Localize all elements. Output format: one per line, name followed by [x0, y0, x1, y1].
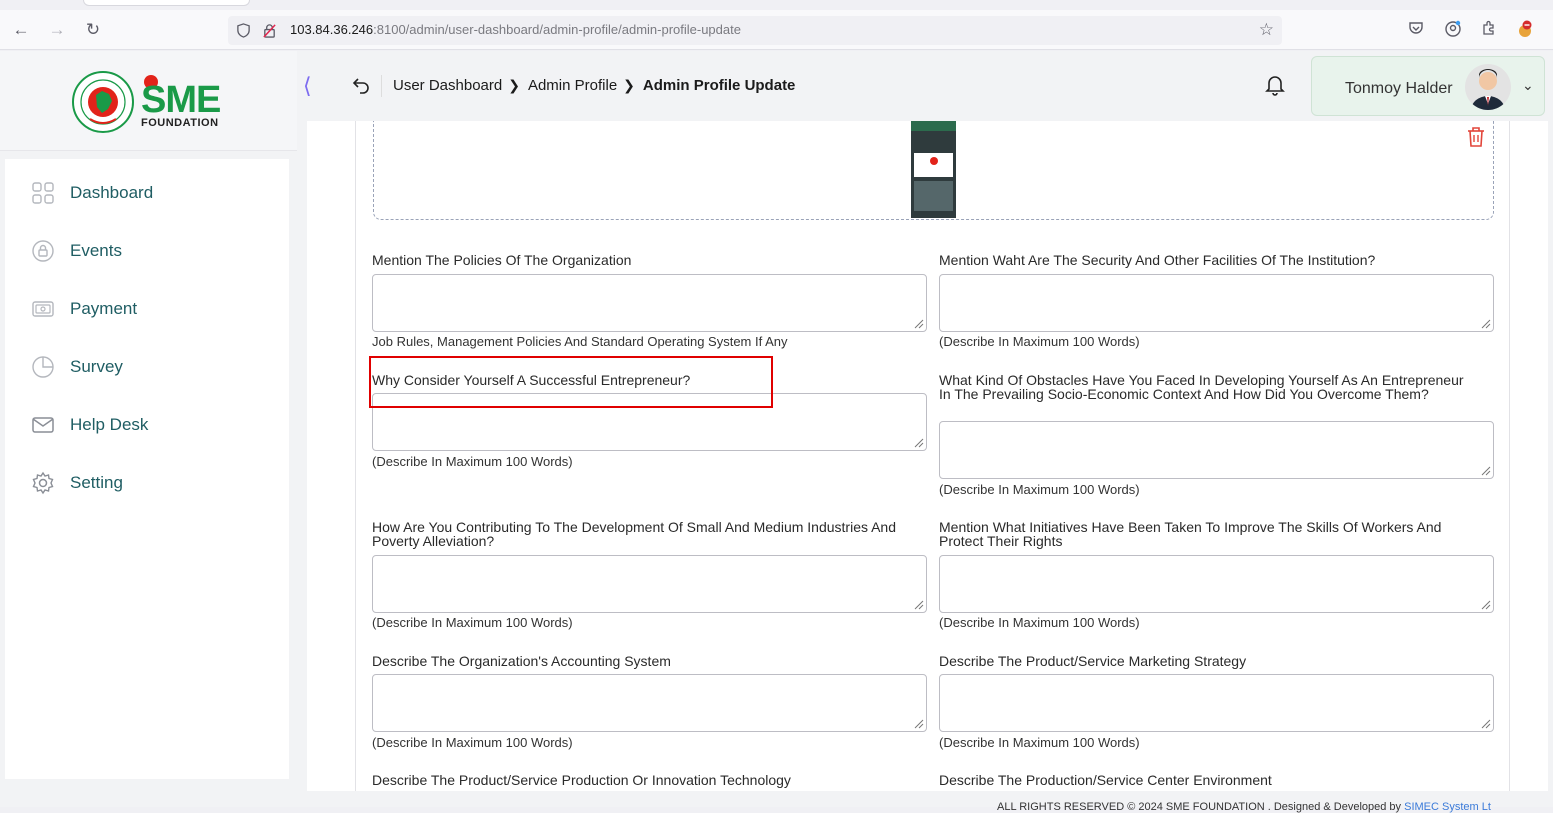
account-icon[interactable] [1443, 20, 1463, 40]
field-hint-accounting: (Describe In Maximum 100 Words) [372, 735, 573, 750]
breadcrumb-user-dashboard[interactable]: User Dashboard [393, 77, 502, 94]
field-label-service-center-environment: Describe The Production/Service Center E… [939, 772, 1272, 788]
breadcrumb: User Dashboard ❯ Admin Profile ❯ Admin Profi… [393, 77, 801, 94]
field-label-obstacles: What Kind Of Obstacles Have You Faced In… [939, 372, 1464, 402]
resize-grip-icon[interactable] [912, 436, 924, 448]
field-label-worker-skills: Mention What Initiatives Have Been Taken… [939, 519, 1442, 549]
uploaded-image-thumbnail [911, 121, 956, 218]
government-seal-icon [72, 71, 134, 133]
browser-tabstrip [0, 0, 1553, 10]
sidebar-item-label: Events [70, 241, 122, 260]
resize-grip-icon[interactable] [912, 598, 924, 610]
pie-chart-icon [32, 356, 54, 378]
footer-text: ALL RIGHTS RESERVED © 2024 SME FOUNDATIO… [997, 801, 1491, 813]
top-header: ⟨ User Dashboard ❯ Admin Profile ❯ Admin Pro… [297, 51, 1553, 121]
textarea-obstacles[interactable] [939, 421, 1494, 479]
shield-icon[interactable] [236, 23, 251, 38]
extension-badge-icon[interactable] [1515, 20, 1535, 40]
footer-developer-link[interactable]: SIMEC System Lt [1404, 801, 1491, 813]
field-label-production-technology: Describe The Product/Service Production … [372, 772, 791, 788]
grid-icon [32, 182, 54, 204]
url-host: 103.84.36.246 [290, 22, 374, 37]
highlight-box [369, 356, 773, 408]
field-hint-security: (Describe In Maximum 100 Words) [939, 334, 1140, 349]
avatar [1465, 64, 1511, 110]
footer-copyright: ALL RIGHTS RESERVED © 2024 SME FOUNDATIO… [997, 801, 1405, 813]
textarea-accounting[interactable] [372, 674, 927, 732]
gear-icon [32, 471, 54, 495]
resize-grip-icon[interactable] [1479, 317, 1491, 329]
trash-icon[interactable] [1466, 126, 1486, 148]
textarea-worker-skills[interactable] [939, 555, 1494, 613]
breadcrumb-admin-profile[interactable]: Admin Profile [528, 77, 617, 94]
field-hint-successful-entrepreneur: (Describe In Maximum 100 Words) [372, 454, 573, 469]
browser-tab[interactable] [83, 0, 250, 6]
resize-grip-icon[interactable] [912, 317, 924, 329]
field-hint-contribution: (Describe In Maximum 100 Words) [372, 615, 573, 630]
chevron-right-icon: ❯ [508, 77, 520, 93]
field-label-contribution: How Are You Contributing To The Developm… [372, 519, 897, 549]
sme-logo-sub: FOUNDATION [141, 117, 219, 129]
user-name: Tonmoy Halder [1345, 80, 1453, 97]
reload-icon[interactable]: ↻ [81, 18, 105, 42]
sidebar-item-events[interactable]: Events [5, 229, 289, 273]
forward-icon[interactable]: → [45, 18, 69, 42]
back-icon[interactable]: ← [9, 18, 33, 42]
sidebar-item-label: Dashboard [70, 183, 154, 202]
chevron-right-icon: ❯ [623, 77, 635, 93]
sidebar-item-help-desk[interactable]: Help Desk [5, 403, 289, 447]
resize-grip-icon[interactable] [912, 717, 924, 729]
textarea-contribution[interactable] [372, 555, 927, 613]
bookmark-star-icon[interactable]: ☆ [1259, 20, 1274, 40]
cash-icon [32, 301, 54, 317]
sme-logo-word: SME [141, 79, 221, 121]
field-hint-policies: Job Rules, Management Policies And Stand… [372, 334, 788, 349]
address-bar[interactable]: 103.84.36.246:8100/admin/user-dashboard/… [228, 16, 1282, 45]
logo-area: SME FOUNDATION [0, 51, 297, 151]
breadcrumb-current: Admin Profile Update [642, 77, 796, 94]
field-hint-marketing: (Describe In Maximum 100 Words) [939, 735, 1140, 750]
resize-grip-icon[interactable] [1479, 464, 1491, 476]
pocket-icon[interactable] [1406, 20, 1426, 40]
back-arrow-icon[interactable] [352, 76, 370, 94]
lock-icon [32, 240, 54, 262]
image-upload-dropzone[interactable] [373, 121, 1494, 220]
browser-navbar: ← → ↻ 103.84.36.246:8100/admin/user-dash… [0, 10, 1553, 50]
sme-logo: SME FOUNDATION [141, 75, 223, 131]
field-label-policies: Mention The Policies Of The Organization [372, 252, 632, 268]
field-label-security: Mention Waht Are The Security And Other … [939, 252, 1376, 268]
collapse-sidebar-icon[interactable]: ⟨ [303, 73, 312, 99]
sidebar-item-survey[interactable]: Survey [5, 345, 289, 389]
bell-icon[interactable] [1263, 72, 1287, 96]
sidebar-item-label: Payment [70, 299, 138, 318]
textarea-security[interactable] [939, 274, 1494, 332]
textarea-policies[interactable] [372, 274, 927, 332]
footer: ALL RIGHTS RESERVED © 2024 SME FOUNDATIO… [297, 792, 1553, 813]
user-menu[interactable]: Tonmoy Halder ⌄ [1311, 56, 1545, 116]
sidebar-item-dashboard[interactable]: Dashboard [5, 171, 289, 215]
chevron-down-icon[interactable]: ⌄ [1522, 77, 1534, 94]
textarea-marketing[interactable] [939, 674, 1494, 732]
sidebar-item-label: Survey [70, 357, 123, 376]
field-hint-obstacles: (Describe In Maximum 100 Words) [939, 482, 1140, 497]
url-text[interactable]: 103.84.36.246:8100/admin/user-dashboard/… [290, 22, 741, 37]
mail-icon [32, 417, 54, 433]
sidebar: Dashboard Events Payment Survey Help Des… [5, 159, 289, 779]
resize-grip-icon[interactable] [1479, 717, 1491, 729]
sidebar-item-label: Setting [70, 473, 123, 492]
insecure-lock-icon[interactable] [262, 23, 277, 38]
url-path: :8100/admin/user-dashboard/admin-profile… [373, 22, 741, 37]
resize-grip-icon[interactable] [1479, 598, 1491, 610]
app-root: SME FOUNDATION Dashboard Events Payment … [0, 51, 1553, 813]
sidebar-item-payment[interactable]: Payment [5, 287, 289, 331]
field-hint-worker-skills: (Describe In Maximum 100 Words) [939, 615, 1140, 630]
field-label-accounting: Describe The Organization's Accounting S… [372, 653, 671, 669]
sidebar-item-label: Help Desk [70, 415, 149, 434]
divider [381, 75, 382, 97]
field-label-marketing: Describe The Product/Service Marketing S… [939, 653, 1247, 669]
sidebar-item-setting[interactable]: Setting [5, 461, 289, 505]
extensions-icon[interactable] [1479, 20, 1499, 40]
